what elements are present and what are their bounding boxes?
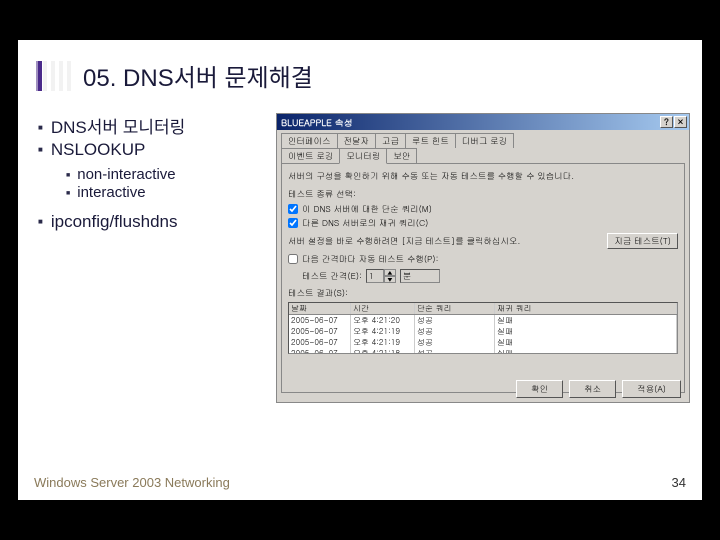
apply-button[interactable]: 적용(A) <box>622 380 681 398</box>
col-simple[interactable]: 단순 쿼리 <box>415 303 495 314</box>
interval-label: 테스트 간격(E): <box>302 270 362 282</box>
bullet-noninteractive: non-interactive <box>66 166 268 183</box>
interval-row: 테스트 간격(E): 1 ▲▼ 분 <box>288 269 678 283</box>
content-row: DNS서버 모니터링 NSLOOKUP non-interactive inte… <box>18 101 702 403</box>
slide: 05. DNS서버 문제해결 DNS서버 모니터링 NSLOOKUP non-i… <box>18 40 702 500</box>
checkbox-auto-test-label: 다음 간격마다 자동 테스트 수행(P): <box>302 253 438 265</box>
test-now-text: 서버 설정을 바로 수행하려면 [지금 테스트]를 클릭하십시오. <box>288 235 603 247</box>
dialog-panel: 서버의 구성을 확인하기 위해 수동 또는 자동 테스트를 수행할 수 있습니다… <box>281 163 685 393</box>
help-button[interactable]: ? <box>660 116 673 128</box>
bullet-dns-monitoring: DNS서버 모니터링 <box>28 113 268 138</box>
bullet-interactive: interactive <box>66 184 268 201</box>
tab-advanced[interactable]: 고급 <box>375 133 406 148</box>
tab-row-1: 인터페이스 전달자 고급 루트 힌트 디버그 로깅 <box>277 130 689 148</box>
result-label: 테스트 결과(S): <box>288 287 678 299</box>
list-item[interactable]: 2005-06-07오후 4:21:19성공실패 <box>289 337 677 348</box>
accent-bar <box>36 61 42 91</box>
slide-title: 05. DNS서버 문제해결 <box>83 58 313 93</box>
list-item[interactable]: 2005-06-07오후 4:21:19성공실패 <box>289 326 677 337</box>
properties-dialog: BLUEAPPLE 속성 ? × 인터페이스 전달자 고급 루트 힌트 디버그 … <box>276 113 690 403</box>
tab-monitoring[interactable]: 모니터링 <box>339 148 387 164</box>
dialog-title: BLUEAPPLE 속성 <box>281 116 353 129</box>
tab-roothints[interactable]: 루트 힌트 <box>405 133 456 148</box>
footer: Windows Server 2003 Networking 34 <box>34 475 686 490</box>
tab-row-2: 이벤트 로깅 모니터링 보안 <box>277 148 689 163</box>
checkbox-recursive-query-input[interactable] <box>288 218 298 228</box>
test-type-label: 테스트 종류 선택: <box>288 188 678 200</box>
title-row: 05. DNS서버 문제해결 <box>18 40 702 101</box>
col-recursive[interactable]: 재귀 쿼리 <box>495 303 677 314</box>
page-number: 34 <box>672 475 686 490</box>
result-list[interactable]: 날짜 시간 단순 쿼리 재귀 쿼리 2005-06-07오후 4:21:20성공… <box>288 302 678 354</box>
list-item[interactable]: 2005-06-07오후 4:21:18성공실패 <box>289 348 677 354</box>
dialog-titlebar[interactable]: BLUEAPPLE 속성 ? × <box>277 114 689 130</box>
checkbox-recursive-query-label: 다른 DNS 서버로의 재귀 쿼리(C) <box>302 217 428 229</box>
tab-security[interactable]: 보안 <box>386 148 417 163</box>
checkbox-auto-test[interactable]: 다음 간격마다 자동 테스트 수행(P): <box>288 253 678 265</box>
checkbox-simple-query-input[interactable] <box>288 204 298 214</box>
checkbox-simple-query[interactable]: 이 DNS 서버에 대한 단순 쿼리(M) <box>288 203 678 215</box>
result-header: 날짜 시간 단순 쿼리 재귀 쿼리 <box>289 303 677 315</box>
interval-spinner[interactable]: 1 ▲▼ <box>366 269 396 283</box>
footer-text: Windows Server 2003 Networking <box>34 475 230 490</box>
tab-forwarders[interactable]: 전달자 <box>337 133 377 148</box>
cancel-button[interactable]: 취소 <box>569 380 616 398</box>
col-date[interactable]: 날짜 <box>289 303 351 314</box>
ok-button[interactable]: 확인 <box>516 380 563 398</box>
checkbox-recursive-query[interactable]: 다른 DNS 서버로의 재귀 쿼리(C) <box>288 217 678 229</box>
checkbox-auto-test-input[interactable] <box>288 254 298 264</box>
checkbox-simple-query-label: 이 DNS 서버에 대한 단순 쿼리(M) <box>302 203 432 215</box>
panel-description: 서버의 구성을 확인하기 위해 수동 또는 자동 테스트를 수행할 수 있습니다… <box>288 170 678 182</box>
accent-stripes <box>43 61 71 91</box>
interval-value[interactable]: 1 <box>366 269 384 283</box>
bullet-list: DNS서버 모니터링 NSLOOKUP non-interactive inte… <box>28 113 268 403</box>
test-now-button[interactable]: 지금 테스트(T) <box>607 233 678 249</box>
tab-eventlog[interactable]: 이벤트 로깅 <box>281 148 340 163</box>
dialog-buttons: 확인 취소 적용(A) <box>516 380 681 398</box>
interval-unit[interactable]: 분 <box>400 269 440 283</box>
tab-interface[interactable]: 인터페이스 <box>281 133 338 148</box>
close-button[interactable]: × <box>674 116 687 128</box>
col-time[interactable]: 시간 <box>351 303 415 314</box>
bullet-nslookup: NSLOOKUP <box>28 140 268 160</box>
bullet-ipconfig: ipconfig/flushdns <box>28 212 268 232</box>
test-now-row: 서버 설정을 바로 수행하려면 [지금 테스트]를 클릭하십시오. 지금 테스트… <box>288 233 678 249</box>
tab-debuglog[interactable]: 디버그 로깅 <box>455 133 514 148</box>
list-item[interactable]: 2005-06-07오후 4:21:20성공실패 <box>289 315 677 326</box>
spin-down-icon[interactable]: ▼ <box>384 276 396 283</box>
